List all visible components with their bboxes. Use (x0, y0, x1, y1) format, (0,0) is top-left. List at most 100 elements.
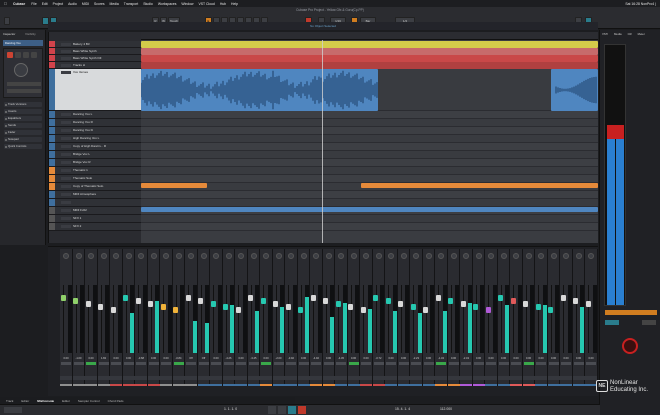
pan-knob[interactable] (213, 253, 219, 259)
menu-item-studio[interactable]: Studio (143, 2, 153, 6)
volume-readout[interactable]: -1.34 (435, 357, 447, 360)
track-lane[interactable] (141, 143, 598, 151)
lower-zone-tab-4[interactable]: Sampler Control (78, 399, 100, 403)
track-lane[interactable] (141, 135, 598, 143)
volume-readout[interactable]: 0.00 (348, 357, 360, 360)
mute-solo-buttons[interactable] (61, 160, 71, 164)
volume-readout[interactable]: 1.82 (98, 357, 110, 360)
pan-knob[interactable] (363, 253, 369, 259)
volume-fader[interactable] (585, 301, 591, 307)
mute-solo-row[interactable] (148, 362, 159, 365)
mute-solo-row[interactable] (498, 362, 509, 365)
inspector-section-3[interactable]: Sends (4, 123, 42, 128)
menu-item-edit[interactable]: Edit (42, 2, 48, 6)
mute-solo-row[interactable] (286, 362, 296, 365)
volume-fader[interactable] (173, 307, 178, 313)
track-lane[interactable] (141, 127, 598, 135)
volume-readout[interactable]: 0.00 (535, 357, 547, 360)
track-header[interactable] (49, 199, 142, 207)
control-room-volume-knob[interactable] (622, 338, 638, 354)
channel-name-field[interactable] (135, 376, 147, 380)
volume-fader[interactable] (448, 298, 453, 304)
midi-clip-drums[interactable] (141, 41, 598, 48)
pan-knob[interactable] (225, 253, 232, 259)
pan-knob[interactable] (563, 253, 569, 259)
mute-solo-row[interactable] (223, 362, 234, 365)
volume-readout[interactable]: -2.43 (460, 357, 472, 360)
mute-solo-row[interactable] (373, 362, 384, 365)
arrange-area[interactable] (141, 32, 598, 243)
input-routing-select[interactable] (7, 82, 41, 86)
channel-name-field[interactable] (235, 376, 247, 380)
pan-knob[interactable] (375, 253, 382, 259)
mute-solo-row[interactable] (186, 362, 196, 365)
mute-solo-row[interactable] (361, 362, 371, 365)
mute-solo-row[interactable] (236, 362, 246, 365)
volume-fader[interactable] (98, 304, 103, 310)
mute-solo-row[interactable] (173, 362, 184, 365)
pan-knob[interactable] (588, 253, 594, 259)
tab-media[interactable]: Media (614, 32, 622, 38)
volume-readout[interactable]: -0.84 (173, 357, 185, 360)
volume-fader[interactable] (110, 307, 116, 313)
pan-knob[interactable] (75, 253, 82, 259)
pan-knob[interactable] (313, 253, 319, 259)
tab-vsti[interactable]: VSTi (602, 32, 608, 38)
channel-name-field[interactable] (547, 376, 560, 380)
menu-item-transport[interactable]: Transport (124, 2, 138, 6)
volume-fader[interactable] (148, 301, 153, 307)
pan-knob[interactable] (425, 253, 432, 259)
track-header[interactable]: Tracks H (49, 62, 142, 69)
inspector-track-name[interactable]: Dancing You (3, 40, 43, 46)
mute-solo-row[interactable] (386, 362, 396, 365)
channel-name-field[interactable] (147, 376, 160, 380)
pan-knob[interactable] (513, 253, 519, 259)
mute-solo-buttons[interactable] (61, 70, 71, 74)
volume-fader[interactable] (60, 295, 66, 301)
inspector-section-4[interactable]: Fader (4, 130, 42, 135)
volume-fader[interactable] (123, 295, 128, 301)
monitor-button[interactable] (15, 52, 21, 58)
volume-fader[interactable] (510, 298, 516, 304)
channel-name-field[interactable] (497, 376, 510, 380)
volume-fader[interactable] (423, 307, 428, 313)
channel-name-field[interactable] (197, 376, 210, 380)
track-header[interactable]: Dancing You Fi (49, 127, 142, 135)
pan-knob[interactable] (113, 253, 119, 259)
pan-knob[interactable] (188, 253, 194, 259)
track-lane[interactable] (141, 175, 598, 183)
pan-knob[interactable] (475, 253, 482, 259)
volume-readout[interactable]: 0.00 (398, 357, 410, 360)
mute-solo-row[interactable] (323, 362, 334, 365)
channel-name-field[interactable] (510, 376, 522, 380)
pan-knob[interactable] (488, 253, 494, 259)
volume-readout[interactable]: 0.00 (110, 357, 122, 360)
volume-readout[interactable]: 0.00 (485, 357, 497, 360)
tab-cr[interactable]: CR (628, 32, 632, 38)
channel-name-field[interactable] (60, 376, 72, 380)
mute-solo-row[interactable] (86, 362, 96, 365)
pan-knob[interactable] (463, 253, 469, 259)
volume-readout[interactable]: -3.68 (135, 357, 147, 360)
track-header[interactable]: Bass White Synth (49, 48, 142, 55)
volume-fader[interactable] (185, 295, 191, 301)
volume-readout[interactable]: -0.72 (373, 357, 385, 360)
volume-readout[interactable]: 0.00 (323, 357, 335, 360)
pan-knob[interactable] (300, 253, 307, 259)
pan-knob[interactable] (275, 253, 282, 259)
mute-solo-row[interactable] (161, 362, 171, 365)
mute-solo-row[interactable] (348, 362, 359, 365)
pan-knob[interactable] (100, 253, 107, 259)
track-lane[interactable] (141, 167, 598, 175)
track-header[interactable]: Bridge Vox L (49, 151, 142, 159)
volume-fader[interactable] (348, 304, 353, 310)
mute-solo-buttons[interactable] (61, 56, 71, 60)
output-bus-label[interactable] (605, 310, 657, 315)
apple-icon[interactable]:  (4, 1, 7, 6)
close-window-button[interactable] (4, 17, 10, 25)
mute-solo-row[interactable] (486, 362, 496, 365)
audio-clip-thematic-2[interactable] (361, 183, 598, 188)
track-header[interactable]: Bridge Vox R (49, 159, 142, 167)
channel-name-field[interactable] (222, 376, 235, 380)
menu-item-project[interactable]: Project (53, 2, 64, 6)
